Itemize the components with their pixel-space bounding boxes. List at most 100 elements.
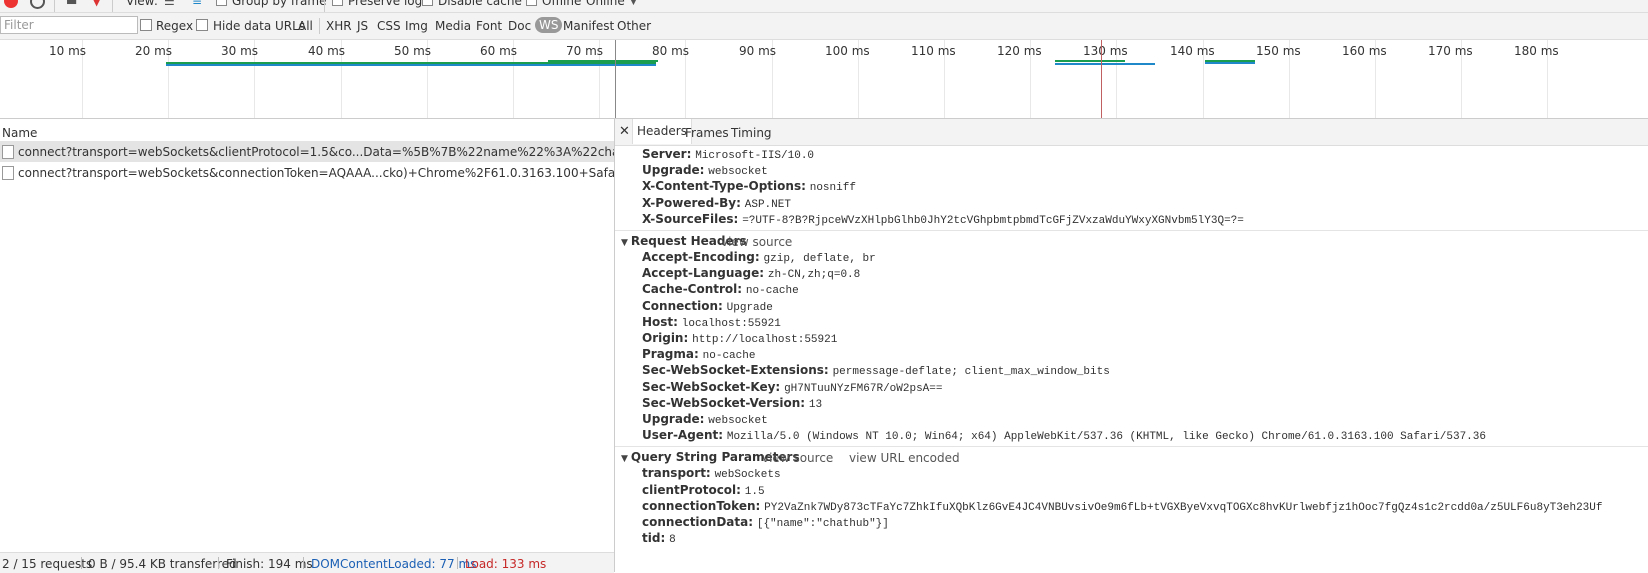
header-value: no-cache <box>702 350 756 362</box>
preserve-log-checkbox[interactable] <box>332 0 343 6</box>
request-name: connect?transport=webSockets&connectionT… <box>18 166 614 180</box>
load-marker <box>1101 40 1102 118</box>
header-row: User-Agent: Mozilla/5.0 (Windows NT 10.0… <box>642 428 1486 444</box>
waterfall-icon[interactable]: ≡ <box>192 0 202 8</box>
collapse-triangle-icon[interactable]: ▼ <box>621 238 628 248</box>
type-filter-js[interactable]: JS <box>357 19 368 33</box>
header-row: tid: 8 <box>642 531 676 547</box>
toolbar-divider <box>112 0 113 12</box>
type-filter-css[interactable]: CSS <box>377 19 401 33</box>
load-time: Load: 133 ms <box>465 557 547 571</box>
document-icon <box>2 145 14 159</box>
header-value: [{"name":"chathub"}] <box>756 518 889 530</box>
timeline-tick-label: 60 ms <box>480 44 518 58</box>
header-value: =?UTF-8?B?RjpceWVzXHlpbGlhb0JhY2tcVGhpbm… <box>742 215 1244 227</box>
timeline-tick-label: 90 ms <box>739 44 777 58</box>
type-filter-other[interactable]: Other <box>617 19 651 33</box>
header-name: X-SourceFiles: <box>642 212 739 226</box>
header-name: Server: <box>642 147 692 161</box>
request-row[interactable]: connect?transport=webSockets&clientProto… <box>0 141 614 162</box>
header-row: Cache-Control: no-cache <box>642 282 799 298</box>
details-tab-bar: ✕ Headers Frames Timing <box>615 119 1648 146</box>
close-icon[interactable]: ✕ <box>619 124 630 139</box>
header-row: X-Content-Type-Options: nosniff <box>642 179 856 195</box>
header-value: Upgrade <box>726 302 773 314</box>
record-icon[interactable] <box>4 0 18 8</box>
header-row: Origin: http://localhost:55921 <box>642 331 837 347</box>
status-divider <box>457 557 458 569</box>
view-source-link[interactable]: view source <box>721 235 792 249</box>
type-filter-doc[interactable]: Doc <box>508 19 531 33</box>
header-value: websocket <box>708 415 768 427</box>
header-value: zh-CN,zh;q=0.8 <box>767 269 861 281</box>
overview-timeline[interactable]: 10 ms 20 ms 30 ms 40 ms 50 ms 60 ms 70 ms 80 ms… <box>0 40 1648 119</box>
preserve-log-label: Preserve log <box>348 0 423 8</box>
view-url-encoded-link[interactable]: view URL encoded <box>849 451 960 465</box>
header-name: Accept-Language: <box>642 266 765 280</box>
regex-checkbox[interactable] <box>140 19 152 31</box>
header-name: connectionToken: <box>642 499 761 513</box>
header-name: Host: <box>642 315 678 329</box>
filter-input[interactable] <box>0 16 138 34</box>
request-count: 2 / 15 requests <box>2 557 93 571</box>
header-name: clientProtocol: <box>642 483 741 497</box>
timeline-tick-label: 70 ms <box>566 44 604 58</box>
header-value: gH7NTuuNYzFM67R/oW2psA== <box>784 383 943 395</box>
header-name: Sec-WebSocket-Key: <box>642 380 781 394</box>
header-name: Sec-WebSocket-Version: <box>642 396 806 410</box>
header-value: webSockets <box>714 469 781 481</box>
header-value: nosniff <box>809 182 856 194</box>
header-value: 8 <box>669 534 676 546</box>
header-value: Mozilla/5.0 (Windows NT 10.0; Win64; x64… <box>726 431 1486 443</box>
header-name: Sec-WebSocket-Extensions: <box>642 363 829 377</box>
timeline-tick-label: 120 ms <box>997 44 1042 58</box>
header-row: X-SourceFiles: =?UTF-8?B?RjpceWVzXHlpbGl… <box>642 212 1244 228</box>
collapse-triangle-icon[interactable]: ▼ <box>621 454 628 464</box>
type-filter-all[interactable]: All <box>298 19 313 33</box>
header-value: 13 <box>808 399 823 411</box>
document-icon <box>2 166 14 180</box>
timeline-tick-label: 110 ms <box>911 44 956 58</box>
header-row: Pragma: no-cache <box>642 347 755 363</box>
type-filter-manifest[interactable]: Manifest <box>563 19 614 33</box>
offline-checkbox[interactable] <box>526 0 537 6</box>
timeline-tick-label: 130 ms <box>1083 44 1128 58</box>
clear-icon[interactable] <box>30 0 45 9</box>
camera-icon[interactable]: ▬ <box>66 0 77 8</box>
header-row: Sec-WebSocket-Key: gH7NTuuNYzFM67R/oW2ps… <box>642 380 943 396</box>
header-value: 1.5 <box>744 486 765 498</box>
header-row: connectionToken: PY2VaZnk7WDy873cTFaYc7Z… <box>642 499 1602 515</box>
view-source-link[interactable]: view source <box>762 451 833 465</box>
timeline-tick-label: 50 ms <box>394 44 432 58</box>
section-divider <box>615 446 1648 447</box>
type-filter-img[interactable]: Img <box>405 19 428 33</box>
timeline-tick-label: 160 ms <box>1342 44 1387 58</box>
tab-frames[interactable]: Frames <box>685 126 729 140</box>
type-filter-xhr[interactable]: XHR <box>326 19 352 33</box>
header-name: Connection: <box>642 299 723 313</box>
type-filter-ws[interactable]: WS <box>535 17 563 33</box>
header-name: transport: <box>642 466 711 480</box>
header-value: PY2VaZnk7WDy873cTFaYc7ZhkIfuXQbKlz6GvE4J… <box>764 502 1603 514</box>
type-filter-media[interactable]: Media <box>435 19 471 33</box>
hide-data-urls-checkbox[interactable] <box>196 19 208 31</box>
tab-timing[interactable]: Timing <box>731 126 772 140</box>
header-name: X-Content-Type-Options: <box>642 179 806 193</box>
timeline-bar-download <box>166 64 656 66</box>
status-divider <box>81 557 82 569</box>
header-row: connectionData: [{"name":"chathub"}] <box>642 515 889 531</box>
tab-headers[interactable]: Headers <box>632 119 692 144</box>
timeline-bar-download <box>1205 62 1255 64</box>
summary-status-bar: 2 / 15 requests 0 B / 95.4 KB transferre… <box>0 552 614 573</box>
large-rows-icon[interactable]: ☰ <box>164 0 175 8</box>
group-by-frame-checkbox[interactable] <box>216 0 227 6</box>
header-row: transport: webSockets <box>642 466 781 482</box>
disable-cache-checkbox[interactable] <box>422 0 433 6</box>
throttling-select[interactable]: Online <box>586 0 625 8</box>
disable-cache-label: Disable cache <box>438 0 522 8</box>
request-row[interactable]: connect?transport=webSockets&connectionT… <box>0 162 614 183</box>
timeline-bar-waiting <box>1055 60 1125 62</box>
filter-funnel-icon[interactable]: ▼ <box>92 0 101 8</box>
chevron-down-icon[interactable]: ▼ <box>630 0 637 7</box>
type-filter-font[interactable]: Font <box>476 19 502 33</box>
